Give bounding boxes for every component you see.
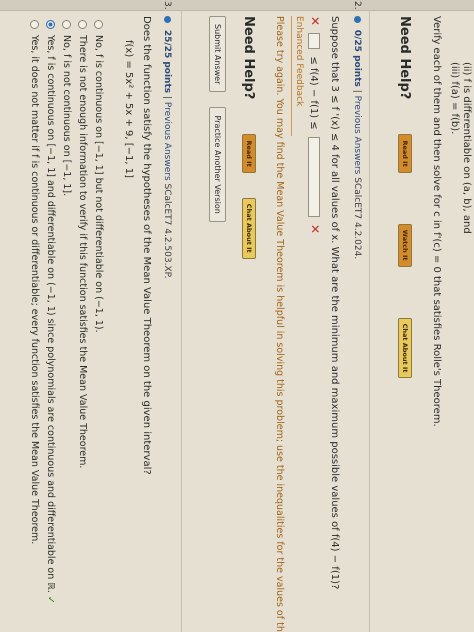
q2-action-row: Submit Answer Practice Another Version: [209, 16, 230, 222]
q3-function: f(x) = 5x² + 5x + 9, [−1, 1]: [123, 40, 134, 179]
q3-prompt: Does the function satisfy the hypotheses…: [141, 16, 152, 475]
q2-answer-row: ✕ ≤ f(4) − f(1) ≤ ✕: [308, 16, 322, 234]
q2-feedback-rule: [291, 16, 292, 136]
q2-feedback: Enhanced Feedback Please try again. You …: [274, 16, 304, 632]
q3-option-4[interactable]: Yes, f is continuous on [−1, 1] and diff…: [45, 20, 56, 604]
q2-reference: SCalcET7 4.2.024.: [352, 177, 362, 260]
page: 2. 3. (ii) f is differentiable on (a, b)…: [0, 0, 474, 632]
radio-button[interactable]: [78, 20, 87, 29]
q2-feedback-text: Please try again. You may find the Mean …: [274, 16, 285, 632]
q2-prompt: Suppose that 3 ≤ f '(x) ≤ 4 for all valu…: [329, 16, 340, 590]
q2-feedback-title: Enhanced Feedback: [294, 16, 304, 107]
q3-previous-answers-link[interactable]: Previous Answers: [162, 102, 172, 181]
q1-condition-ii: (ii) f is differentiable on (a, b), and: [461, 62, 472, 234]
q3-option-1[interactable]: No, f is continuous on [−1, 1] but not d…: [93, 20, 104, 333]
q3-points: 25/25 points: [162, 29, 172, 94]
q2-max-input[interactable]: [308, 136, 320, 217]
q1-need-help: Need Help?: [397, 16, 412, 100]
q3-reference: SCalcET7 4.2.503.XP.: [162, 183, 172, 279]
submit-answer-button[interactable]: Submit Answer: [209, 16, 226, 93]
correct-check-icon: ✓: [45, 595, 56, 604]
practice-another-version-button[interactable]: Practice Another Version: [209, 107, 226, 222]
radio-button-selected[interactable]: [46, 20, 55, 29]
q3-meta: 25/25 points | Previous Answers SCalcET7…: [162, 16, 172, 279]
q3-status-dot: [164, 16, 171, 23]
q3-option-2[interactable]: There is not enough information to verif…: [77, 20, 88, 468]
q1-verify-text: Verify each of them and then solve for c…: [431, 16, 442, 427]
radio-button[interactable]: [30, 20, 39, 29]
q2-need-help: Need Help?: [241, 16, 256, 100]
q3-option-5[interactable]: Yes, it does not matter if f is continuo…: [29, 20, 40, 544]
q2-min-input[interactable]: [308, 33, 320, 50]
separator: [181, 10, 182, 632]
q2-previous-answers-link[interactable]: Previous Answers: [352, 96, 362, 175]
q1-help-row: Need Help? Read It Watch It Chat About I…: [397, 16, 416, 379]
separator: [369, 10, 370, 632]
q3-option-3[interactable]: No, f is not continuous on [−1, 1].: [61, 20, 72, 196]
q2-help-row: Need Help? Read It Chat About It: [241, 16, 260, 259]
q1-conditions: (ii) f is differentiable on (a, b), and …: [430, 16, 472, 628]
q2-read-it-button[interactable]: Read It: [242, 134, 257, 173]
q1-watch-it-button[interactable]: Watch It: [398, 223, 413, 267]
q2-wrong-icon-2: ✕: [308, 224, 322, 235]
question-2-number: 2.: [352, 1, 362, 10]
q2-status-dot: [354, 16, 361, 23]
q2-wrong-icon-1: ✕: [308, 16, 322, 27]
question-gutter: 2. 3.: [0, 0, 474, 11]
q1-read-it-button[interactable]: Read It: [398, 134, 413, 173]
q2-inequality: ≤ f(4) − f(1) ≤: [308, 56, 319, 130]
q2-points: 0/25 points: [352, 29, 362, 87]
question-3-number: 3.: [162, 1, 172, 10]
q2-meta: 0/25 points | Previous Answers SCalcET7 …: [352, 16, 362, 259]
radio-button[interactable]: [94, 20, 103, 29]
q1-condition-iii: (iii) f(a) = f(b).: [449, 62, 460, 135]
q1-chat-button[interactable]: Chat About It: [398, 317, 413, 379]
radio-button[interactable]: [62, 20, 71, 29]
q2-chat-button[interactable]: Chat About It: [242, 197, 257, 259]
